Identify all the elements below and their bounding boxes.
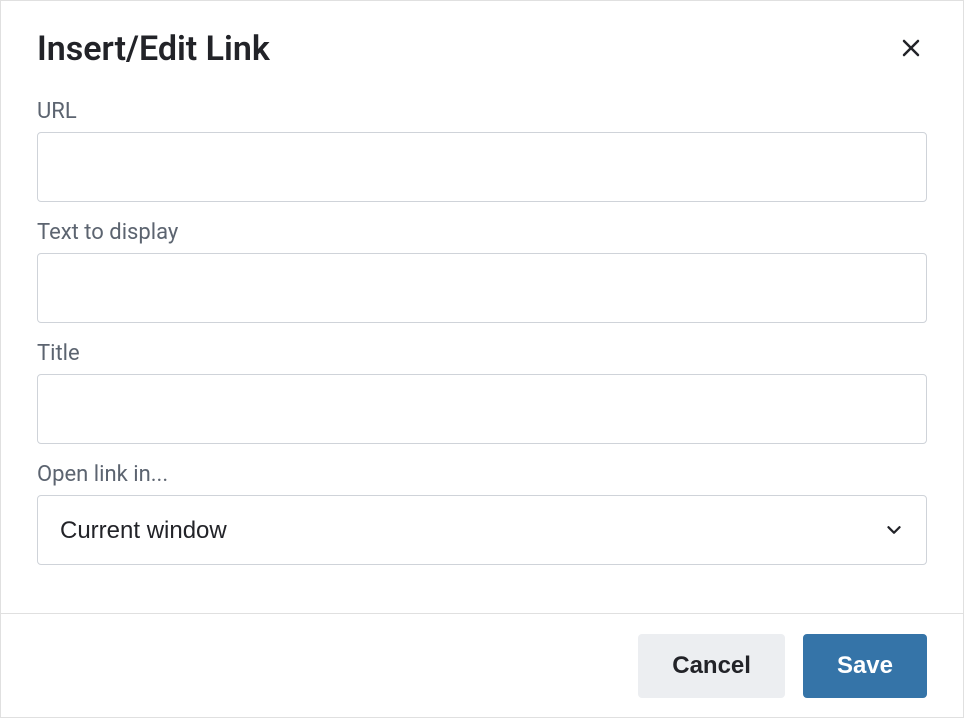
- url-label: URL: [37, 99, 927, 124]
- open-link-in-select-wrapper: Current window: [37, 495, 927, 565]
- title-label: Title: [37, 341, 927, 366]
- text-to-display-field-group: Text to display: [37, 220, 927, 323]
- dialog-header: Insert/Edit Link: [1, 1, 963, 79]
- close-icon: [899, 36, 923, 63]
- title-field-group: Title: [37, 341, 927, 444]
- text-to-display-label: Text to display: [37, 220, 927, 245]
- url-input[interactable]: [37, 132, 927, 202]
- url-field-group: URL: [37, 99, 927, 202]
- dialog-body: URL Text to display Title Open link in..…: [1, 79, 963, 613]
- cancel-button[interactable]: Cancel: [638, 634, 785, 698]
- insert-edit-link-dialog: Insert/Edit Link URL Text to display Tit…: [0, 0, 964, 718]
- dialog-footer: Cancel Save: [1, 613, 963, 718]
- text-to-display-input[interactable]: [37, 253, 927, 323]
- title-input[interactable]: [37, 374, 927, 444]
- save-button[interactable]: Save: [803, 634, 927, 698]
- open-link-in-field-group: Open link in... Current window: [37, 462, 927, 565]
- open-link-in-label: Open link in...: [37, 462, 927, 487]
- close-button[interactable]: [895, 32, 927, 67]
- dialog-title: Insert/Edit Link: [37, 29, 270, 69]
- open-link-in-select[interactable]: Current window: [37, 495, 927, 565]
